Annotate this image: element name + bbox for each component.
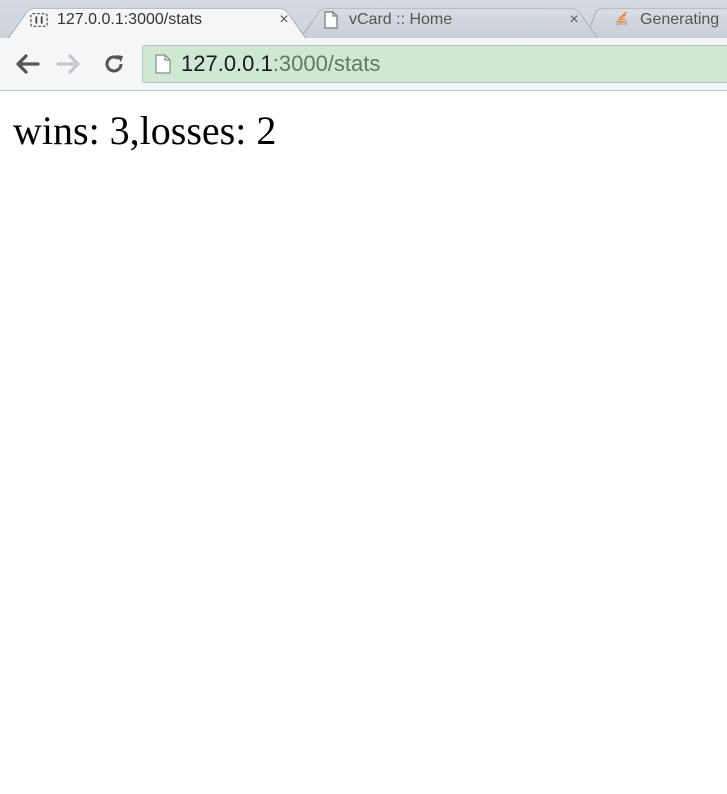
tab-vcard-home[interactable]: vCard :: Home × — [300, 2, 598, 38]
page-icon — [322, 11, 340, 29]
tab-title: Generating — [640, 11, 720, 28]
reload-button[interactable] — [100, 50, 128, 78]
tab-stats[interactable]: 127.0.0.1:3000/stats × — [8, 2, 306, 38]
page-icon — [153, 53, 173, 75]
close-tab-icon[interactable]: × — [276, 11, 292, 28]
stats-text: wins: 3,losses: 2 — [13, 108, 277, 153]
page-content: wins: 3,losses: 2 — [0, 91, 727, 794]
url-path: :3000/stats — [272, 51, 381, 76]
forward-button[interactable] — [55, 50, 83, 78]
tab-title: 127.0.0.1:3000/stats — [57, 11, 202, 28]
reload-icon — [105, 55, 123, 73]
back-arrow-icon — [16, 54, 40, 74]
forward-arrow-icon — [56, 54, 80, 74]
address-bar[interactable]: 127.0.0.1:3000/stats — [142, 45, 727, 83]
tab-strip: Generating vCard :: Home × 127.0.0.1:300… — [0, 0, 727, 38]
url-host: 127.0.0.1 — [181, 51, 273, 76]
browser-toolbar: 127.0.0.1:3000/stats — [0, 38, 727, 91]
tab-generating[interactable]: Generating — [585, 2, 727, 38]
close-tab-icon[interactable]: × — [566, 11, 582, 28]
url-text: 127.0.0.1:3000/stats — [181, 51, 380, 77]
browser-chrome: Generating vCard :: Home × 127.0.0.1:300… — [0, 0, 727, 91]
loading-icon — [30, 11, 48, 29]
back-button[interactable] — [13, 50, 41, 78]
tab-title: vCard :: Home — [349, 11, 453, 28]
stackoverflow-icon — [613, 11, 631, 29]
